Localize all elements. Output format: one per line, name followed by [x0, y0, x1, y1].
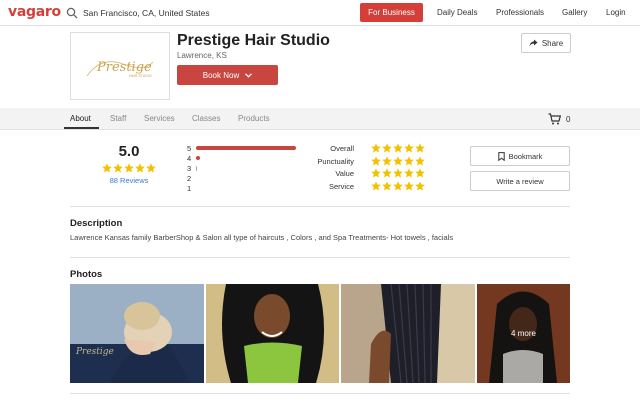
- star-icon: [404, 168, 414, 178]
- share-icon: [529, 39, 538, 47]
- for-business-button[interactable]: For Business: [360, 3, 423, 22]
- description-text: Lawrence Kansas family BarberShop & Salo…: [70, 233, 454, 242]
- star-icon: [371, 155, 381, 165]
- rating-category-label: Value: [335, 169, 354, 178]
- photo-thumbnail[interactable]: [341, 284, 475, 383]
- search-icon: [66, 7, 78, 19]
- star-icon: [415, 143, 425, 153]
- rating-category-stars: [371, 155, 425, 166]
- prestige-logo-image: Prestige HAIR STUDIO: [86, 60, 154, 78]
- nav-gallery[interactable]: Gallery: [562, 8, 587, 17]
- star-icon: [124, 163, 134, 173]
- star-icon: [393, 155, 403, 165]
- tab-staff[interactable]: Staff: [110, 114, 126, 123]
- write-review-button[interactable]: Write a review: [470, 171, 570, 191]
- business-name: Prestige Hair Studio: [177, 32, 330, 49]
- rating-distribution-label: 4: [187, 154, 192, 163]
- star-icon: [382, 168, 392, 178]
- chevron-down-icon: [245, 72, 253, 78]
- star-icon: [415, 155, 425, 165]
- more-photos-overlay[interactable]: 4 more: [477, 284, 570, 383]
- business-logo: Prestige HAIR STUDIO: [70, 32, 170, 100]
- star-icon: [371, 180, 381, 190]
- nav-login[interactable]: Login: [606, 8, 626, 17]
- star-icon: [393, 143, 403, 153]
- tab-products[interactable]: Products: [238, 114, 270, 123]
- rating-distribution-label: 3: [187, 164, 192, 173]
- nav-daily-deals[interactable]: Daily Deals: [437, 8, 477, 17]
- bookmark-button[interactable]: Bookmark: [470, 146, 570, 166]
- rating-distribution-label: 1: [187, 184, 192, 193]
- tab-about[interactable]: About: [70, 114, 91, 123]
- photo-thumbnail[interactable]: 4 more: [477, 284, 570, 383]
- photo-thumbnail[interactable]: [206, 284, 339, 383]
- star-icon: [404, 155, 414, 165]
- tab-services[interactable]: Services: [144, 114, 175, 123]
- divider: [70, 393, 570, 394]
- star-icon: [371, 143, 381, 153]
- star-icon: [382, 180, 392, 190]
- svg-text:HAIR STUDIO: HAIR STUDIO: [129, 74, 152, 78]
- svg-text:Prestige: Prestige: [75, 347, 114, 357]
- cart-button[interactable]: 0: [548, 113, 570, 125]
- rating-category-label: Punctuality: [317, 156, 354, 166]
- star-icon: [415, 180, 425, 190]
- active-tab-indicator: [64, 127, 99, 129]
- star-icon: [404, 180, 414, 190]
- share-button[interactable]: Share: [521, 33, 571, 53]
- book-now-button[interactable]: Book Now: [177, 65, 278, 85]
- bookmark-label: Bookmark: [508, 151, 543, 161]
- star-icon: [371, 168, 381, 178]
- overall-score: 5.0: [118, 143, 140, 160]
- rating-distribution-label: 5: [187, 144, 192, 153]
- star-icon: [404, 143, 414, 153]
- tab-classes[interactable]: Classes: [192, 114, 220, 123]
- rating-category-stars: [371, 180, 425, 191]
- star-icon: [102, 163, 112, 173]
- svg-text:Prestige: Prestige: [96, 60, 152, 75]
- divider: [70, 206, 570, 207]
- photo-updo-hairstyle: Prestige: [70, 284, 204, 383]
- reviews-link[interactable]: 88 Reviews: [100, 176, 158, 185]
- photo-box-braids: [341, 284, 475, 383]
- rating-distribution-bar: [196, 146, 296, 150]
- star-icon: [113, 163, 123, 173]
- write-review-label: Write a review: [496, 176, 544, 186]
- star-icon: [135, 163, 145, 173]
- nav-professionals[interactable]: Professionals: [496, 8, 544, 17]
- description-title: Description: [70, 218, 123, 229]
- rating-category-stars: [371, 168, 425, 178]
- cart-icon: [548, 113, 561, 125]
- book-now-label: Book Now: [202, 70, 240, 80]
- vagaro-logo[interactable]: vagaro: [8, 4, 61, 20]
- star-icon: [393, 168, 403, 178]
- photo-long-straight-hair: [206, 284, 339, 383]
- rating-distribution-bar: [196, 156, 200, 160]
- star-icon: [415, 168, 425, 178]
- bookmark-icon: [497, 151, 505, 161]
- star-icon: [393, 180, 403, 190]
- rating-distribution-bar: [196, 166, 197, 171]
- rating-category-stars: [371, 143, 425, 153]
- rating-category-label: Service: [328, 181, 354, 191]
- divider: [70, 257, 570, 258]
- photos-title: Photos: [70, 269, 103, 280]
- location-search[interactable]: [66, 4, 346, 22]
- star-icon: [382, 155, 392, 165]
- photo-thumbnail[interactable]: Prestige: [70, 284, 204, 383]
- star-icon: [382, 143, 392, 153]
- cart-count: 0: [566, 114, 571, 124]
- share-label: Share: [541, 38, 564, 48]
- location-search-input[interactable]: [83, 8, 333, 18]
- business-location: Lawrence, KS: [177, 51, 227, 60]
- rating-category-label: Overall: [330, 144, 354, 153]
- rating-distribution-label: 2: [187, 174, 192, 183]
- top-navigation: vagaro For Business Daily Deals Professi…: [0, 0, 640, 26]
- star-icon: [146, 163, 156, 173]
- overall-stars: [102, 163, 156, 173]
